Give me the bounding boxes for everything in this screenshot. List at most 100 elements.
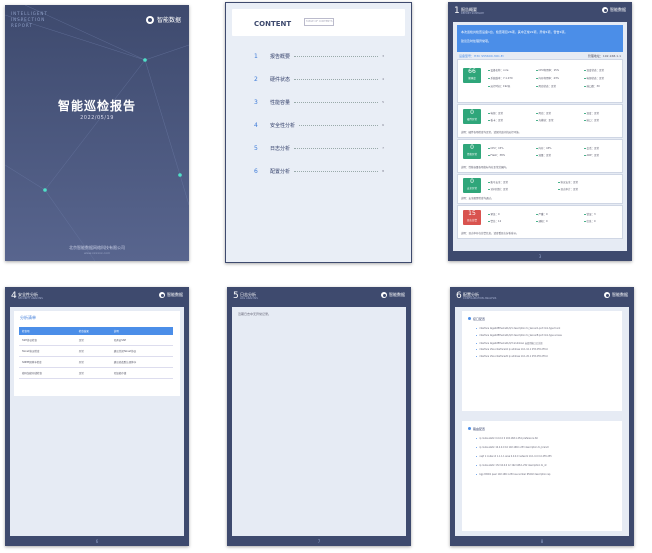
banner-line: 建议及时处理异常项。 [461,39,492,43]
card-note: 说明：安全配置检查均通过。 [461,197,494,200]
section-subtitle: REPORT SUMMARY [461,12,485,15]
card-kv: ARP：正常 [584,153,599,157]
badge-label: 健康度 [468,77,476,80]
toc-number: 4 [254,121,258,129]
card-kv: 电源：正常 [488,111,504,115]
table-cell: 异常 [75,345,111,357]
card-note: 说明：日志中存在告警信息，请查看日志分析章节。 [461,232,519,235]
card-kv: 设备名称：core [488,68,509,72]
security-badge: 0 安全异常 [463,178,481,193]
header-logo: 智能数据 [602,7,626,13]
card-kv: 接口：正常 [584,118,600,122]
card-kv: 错误：3 [584,212,596,216]
card-kv: CPU利用率：15% [536,68,560,72]
toc-leader [294,55,379,57]
panel-heading: 分析清单 [20,315,36,320]
toc-page: 7 [382,146,384,150]
hardware-card: 0 硬件异常 电源：正常 风扇：正常 温度：正常 板卡：正常 光模块：正常 接口… [457,104,623,138]
toc-page: 4 [382,77,384,81]
toc-number: 6 [254,167,258,175]
logo-icon [602,7,608,13]
card-note: 说明：硬件各项检查均正常，请保持良好的运行环境。 [461,131,522,134]
table-cell: SSH协议检查 [19,335,76,346]
card-kv: 紧急：0 [488,212,500,216]
log-card: 15 日志告警 紧急：0 严重：0 错误：3 警告：12 通知：0 信息：0 说… [457,205,623,239]
section-number: 1 [454,6,460,16]
performance-card: 0 性能异常 CPU：15% 内存：43% 会话：正常 Flash：38% 流量… [457,139,623,173]
page-header: 4 安全性分析 SECURITY ANALYSIS 智能数据 [5,287,189,305]
toc-item[interactable]: 1 报告概要 3 [254,52,384,60]
section-subtitle: CONFIGURATION ANALYSIS [463,297,497,300]
config-line: interface GigabitEthernet1/0/2 descripti… [476,334,614,337]
toc-item[interactable]: 5 日志分析 7 [254,144,384,152]
table-cell: SNMP团体字检查 [19,356,76,368]
card-kv: 协议安全：正常 [558,180,579,184]
routing-section: 路由配置 ip route-static 0.0.0.0 0 192.168.1… [462,421,622,531]
table-cell: 已加密存储 [110,367,173,379]
config-line: ip route-static 0.0.0.0 0 192.168.1.254 … [476,437,614,440]
config-line: interface GigabitEthernet1/0/3 shutdown … [476,341,614,345]
page-body: 分析清单 检查项 检查结果 说明 SSH协议检查 正常 已开启SSH Telne… [10,307,184,536]
table-cell: Telnet协议检查 [19,345,76,357]
contents-header: CONTENT TABLE OF CONTENTS [232,9,405,36]
column-header: 检查项 [19,327,76,335]
badge-label: 硬件异常 [466,118,477,121]
card-kv: 会话：正常 [584,146,600,150]
log-badge: 15 日志告警 [463,210,481,225]
table-row: SNMP团体字检查 异常 建议修改默认团体字 [19,356,173,368]
card-kv: 风扇：正常 [536,111,552,115]
header-logo: 智能数据 [604,292,628,298]
toc-item[interactable]: 4 安全性分析 6 [254,121,384,129]
card-kv: 运行时间：192天 [488,84,511,88]
table-row: Telnet协议检查 异常 建议关闭Telnet协议 [19,345,173,357]
section-heading: 接口配置 [468,317,485,321]
toc-page: 6 [382,123,384,127]
card-kv: 温度状态：正常 [584,68,605,72]
security-card: 0 安全异常 账号安全：正常 协议安全：正常 访问控制：正常 日志审计：正常 说… [457,174,623,204]
toc-item[interactable]: 3 性能容量 5 [254,98,384,106]
logo-icon [604,292,610,298]
card-kv: 访问控制：正常 [488,187,509,191]
logo-text: 智能数据 [389,292,405,297]
toc-label: 硬件状态 [270,76,291,83]
toc-number: 2 [254,75,258,83]
cover-page: INTELLIGENT INSPECTION REPORT 智能数据 智能巡检报… [5,5,189,261]
page-header: 1 报告概要 REPORT SUMMARY 智能数据 [448,2,632,20]
header-logo: 智能数据 [159,292,183,298]
section-number: 4 [11,291,17,301]
toc-page: 8 [382,169,384,173]
toc-item[interactable]: 2 硬件状态 4 [254,75,384,83]
toc-number: 3 [254,98,258,106]
config-line: ospf 1 router-id 1.1.1.1 area 0.0.0.0 ne… [476,455,614,458]
badge-label: 安全异常 [466,187,477,190]
config-line: ip route-static 172.16.0.0 12 192.168.1.… [476,464,614,467]
column-header: 检查结果 [75,327,111,335]
card-kv: 板卡：正常 [488,118,504,122]
page-body: 近期日志中无异常记录。 [232,307,406,536]
logo-icon [381,292,387,298]
config-line: interface GigabitEthernet1/0/1 descripti… [476,327,614,330]
table-cell: 建议关闭Telnet协议 [110,345,173,357]
page-number: 6 [95,539,99,544]
deco-line: REPORT [11,23,33,28]
config-page: 6 配置分析 CONFIGURATION ANALYSIS 智能数据 接口配置 … [450,287,634,546]
config-line: interface Vlan-interface10 ip address 10… [476,348,614,351]
health-card: 66 健康度 设备名称：core CPU利用率：15% 温度状态：正常 系统版本… [457,59,623,103]
toc-item[interactable]: 6 配置分析 8 [254,167,384,175]
page-body: 接口配置 interface GigabitEthernet1/0/1 desc… [455,307,629,536]
toc-leader [294,101,379,103]
badge-label: 日志告警 [466,219,477,222]
contents-page: CONTENT TABLE OF CONTENTS 1 报告概要 3 2 硬件状… [225,2,412,263]
page-header: 5 日志分析 LOG ANALYSIS 智能数据 [227,287,411,305]
config-line: interface Vlan-interface20 ip address 10… [476,355,614,358]
config-line: bgp 65001 peer 192.168.1.250 as-number 6… [476,473,614,476]
section-number: 5 [233,291,239,301]
interface-section: 接口配置 interface GigabitEthernet1/0/1 desc… [462,311,622,411]
toc-label: 安全性分析 [270,122,296,129]
badge-value: 0 [470,144,474,151]
device-model: 设备型号：H3C S5560X-30C-EI [459,54,504,58]
section-number: 6 [456,291,462,301]
badge-value: 0 [470,109,474,116]
card-kv: 温度：正常 [584,111,600,115]
card-kv: 流量：正常 [536,153,552,157]
